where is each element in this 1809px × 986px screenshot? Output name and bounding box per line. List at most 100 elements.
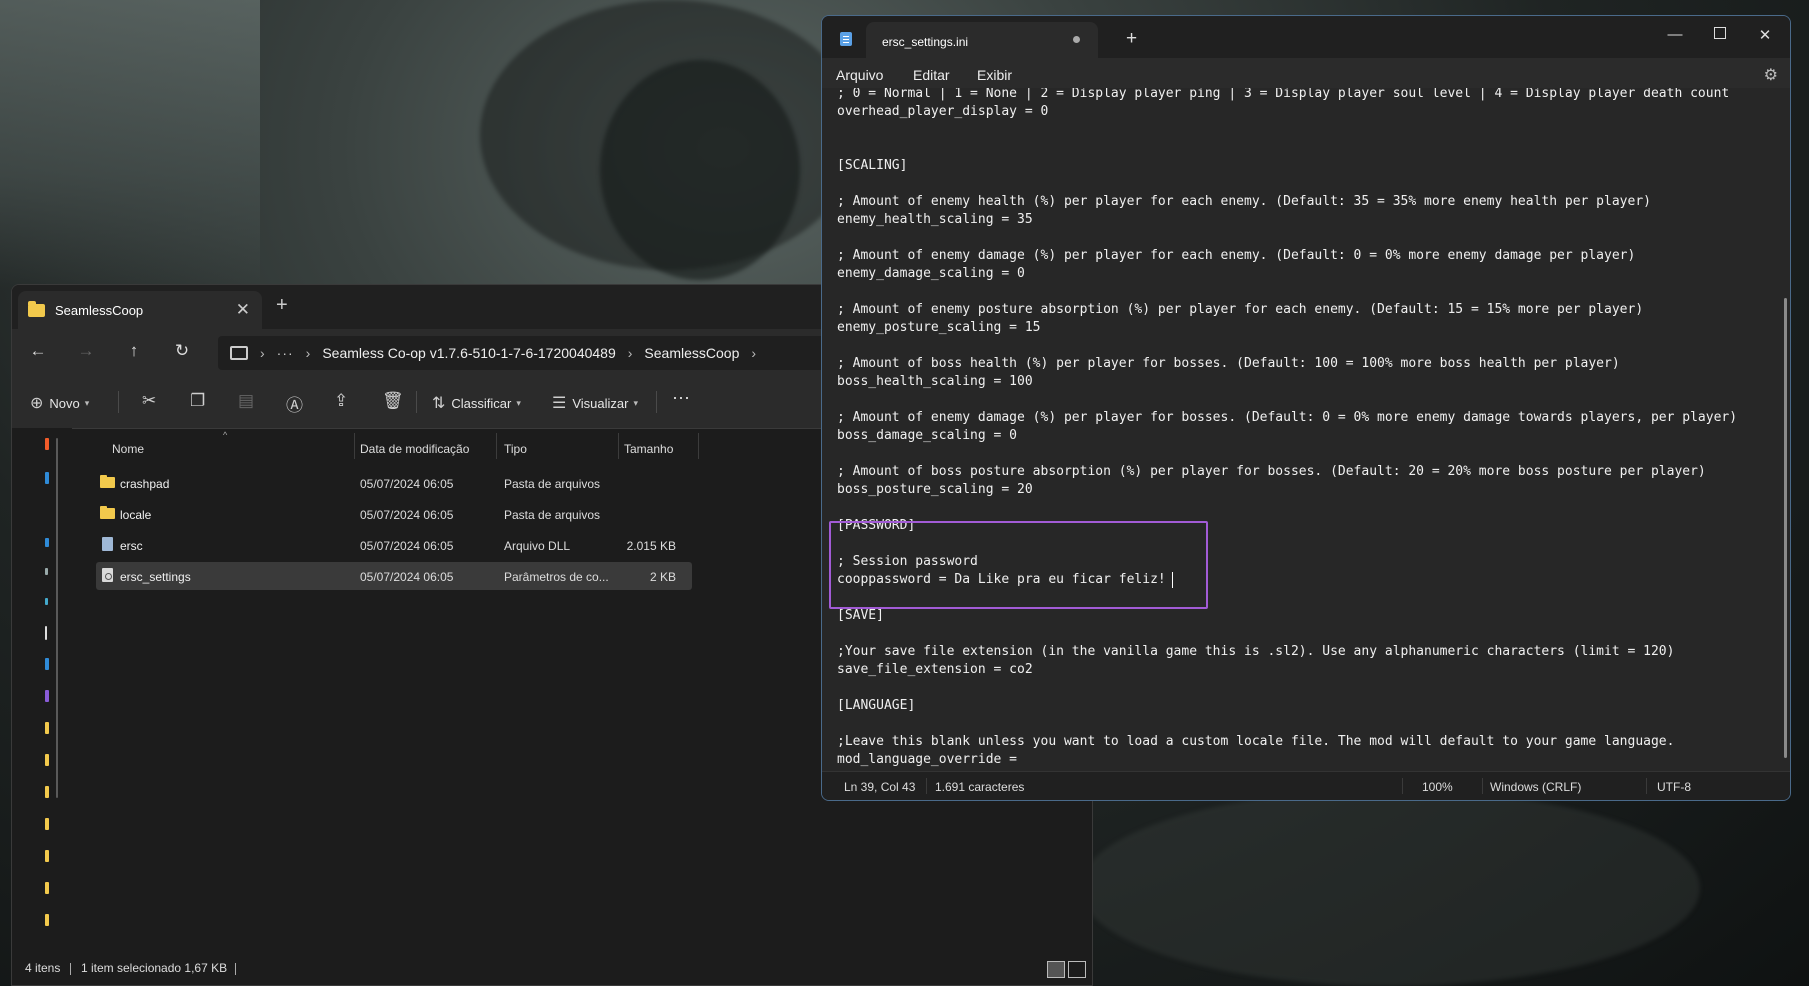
file-size: 2.015 KB bbox=[626, 539, 676, 553]
file-modified: 05/07/2024 06:05 bbox=[360, 570, 454, 584]
cut-icon[interactable]: ✂ bbox=[142, 391, 156, 411]
dll-file-icon bbox=[102, 537, 113, 551]
code-line: ; Amount of enemy health (%) per player … bbox=[837, 194, 1651, 209]
new-tab-button[interactable]: + bbox=[276, 294, 288, 317]
file-row[interactable]: ersc 05/07/2024 06:05 Arquivo DLL 2.015 … bbox=[96, 531, 692, 559]
file-row[interactable]: crashpad 05/07/2024 06:05 Pasta de arqui… bbox=[96, 469, 692, 497]
nav-pane-item-icon[interactable] bbox=[45, 754, 49, 766]
unsaved-indicator-icon[interactable] bbox=[1073, 36, 1080, 43]
up-arrow-icon[interactable]: ↑ bbox=[122, 341, 146, 361]
nav-pane-item-icon[interactable] bbox=[45, 690, 49, 702]
copy-icon[interactable]: ❐ bbox=[190, 391, 205, 411]
divider bbox=[656, 391, 657, 413]
nav-pane-item-icon[interactable] bbox=[45, 818, 49, 830]
file-modified: 05/07/2024 06:05 bbox=[360, 539, 454, 553]
code-line: ; 0 = Normal | 1 = None | 2 = Display pl… bbox=[837, 88, 1730, 101]
notepad-tab[interactable]: ersc_settings.ini bbox=[866, 22, 1098, 58]
code-line: ; Amount of enemy posture absorption (%)… bbox=[837, 302, 1644, 317]
explorer-tab-label: SeamlessCoop bbox=[55, 302, 144, 318]
close-tab-icon[interactable]: ✕ bbox=[236, 300, 250, 320]
sort-button[interactable]: ⇅ Classificar ▾ bbox=[432, 393, 521, 413]
close-window-icon[interactable]: ✕ bbox=[1750, 26, 1780, 44]
code-line: ; Amount of boss health (%) per player f… bbox=[837, 356, 1620, 371]
breadcrumb-item-seamlesscoop[interactable]: SeamlessCoop bbox=[644, 345, 739, 361]
more-options-icon[interactable]: ··· bbox=[672, 387, 690, 408]
code-line: enemy_damage_scaling = 0 bbox=[837, 266, 1025, 281]
code-line: [SAVE] bbox=[837, 608, 884, 623]
nav-pane-item-icon[interactable] bbox=[45, 722, 49, 734]
nav-pane-item-icon[interactable] bbox=[45, 850, 49, 862]
back-arrow-icon[interactable]: ← bbox=[26, 341, 50, 361]
character-count: 1.691 caracteres bbox=[935, 780, 1025, 794]
navigation-pane bbox=[12, 428, 72, 949]
nav-pane-scrollbar[interactable] bbox=[56, 438, 58, 798]
line-ending[interactable]: Windows (CRLF) bbox=[1490, 780, 1581, 794]
rename-icon[interactable]: Ⓐ bbox=[286, 391, 303, 416]
zoom-level[interactable]: 100% bbox=[1422, 780, 1453, 794]
share-icon[interactable]: ⇪ bbox=[334, 391, 348, 411]
vertical-scrollbar[interactable] bbox=[1784, 298, 1787, 758]
nav-pane-item-icon[interactable] bbox=[45, 914, 49, 926]
menu-file[interactable]: Arquivo bbox=[836, 67, 883, 83]
breadcrumb-overflow[interactable]: ··· bbox=[277, 345, 294, 361]
nav-pane-item-icon[interactable] bbox=[45, 568, 48, 575]
refresh-icon[interactable]: ↻ bbox=[170, 341, 194, 361]
computer-icon bbox=[230, 346, 248, 360]
breadcrumb-item-mod-folder[interactable]: Seamless Co-op v1.7.6-510-1-7-6-17200404… bbox=[322, 345, 615, 361]
column-header-size[interactable]: Tamanho bbox=[624, 442, 673, 456]
minimize-icon[interactable]: — bbox=[1660, 26, 1690, 43]
divider bbox=[118, 391, 119, 413]
delete-icon[interactable]: 🗑 bbox=[382, 391, 404, 411]
column-divider[interactable] bbox=[354, 433, 355, 459]
file-row[interactable]: locale 05/07/2024 06:05 Pasta de arquivo… bbox=[96, 500, 692, 528]
column-divider[interactable] bbox=[698, 433, 699, 459]
view-button[interactable]: ☰ Visualizar ▾ bbox=[552, 393, 638, 413]
details-view-icon[interactable] bbox=[1047, 961, 1065, 978]
menu-edit[interactable]: Editar bbox=[913, 67, 950, 83]
sort-button-label: Classificar bbox=[451, 395, 512, 411]
file-type: Pasta de arquivos bbox=[504, 508, 601, 522]
forward-arrow-icon[interactable]: → bbox=[74, 341, 98, 361]
settings-gear-icon[interactable]: ⚙ bbox=[1764, 65, 1778, 85]
column-header-type[interactable]: Tipo bbox=[504, 442, 527, 456]
file-type: Arquivo DLL bbox=[504, 539, 571, 553]
nav-pane-item-icon[interactable] bbox=[45, 538, 49, 547]
paste-icon[interactable]: ▤ bbox=[238, 391, 254, 411]
code-line: boss_posture_scaling = 20 bbox=[837, 482, 1033, 497]
file-row-selected[interactable]: ersc_settings 05/07/2024 06:05 Parâmetro… bbox=[96, 562, 692, 590]
nav-pane-item-icon[interactable] bbox=[45, 598, 48, 605]
menu-view[interactable]: Exibir bbox=[977, 67, 1012, 83]
item-count: 4 itens bbox=[25, 961, 61, 975]
notepad-status-bar: Ln 39, Col 43 1.691 caracteres 100% Wind… bbox=[822, 771, 1790, 800]
tiles-view-icon[interactable] bbox=[1068, 961, 1086, 978]
code-line: enemy_health_scaling = 35 bbox=[837, 212, 1033, 227]
code-line: ; Amount of boss posture absorption (%) … bbox=[837, 464, 1706, 479]
nav-pane-item-icon[interactable] bbox=[45, 438, 49, 450]
column-header-name[interactable]: Nome bbox=[112, 442, 144, 456]
explorer-status-bar: 4 itens 1 item selecionado 1,67 KB bbox=[12, 949, 1092, 985]
explorer-tab[interactable]: SeamlessCoop ✕ bbox=[18, 291, 262, 329]
sort-icon: ⇅ bbox=[432, 395, 446, 412]
nav-pane-item-icon[interactable] bbox=[45, 658, 49, 670]
column-divider[interactable] bbox=[496, 433, 497, 459]
file-type: Parâmetros de co... bbox=[504, 570, 609, 584]
nav-pane-item-icon[interactable] bbox=[45, 786, 49, 798]
code-line: ;Your save file extension (in the vanill… bbox=[837, 644, 1675, 659]
notepad-title-bar: ersc_settings.ini + — ✕ bbox=[822, 16, 1790, 58]
new-tab-button[interactable]: + bbox=[1126, 28, 1137, 50]
text-editor-area[interactable]: ; 0 = Normal | 1 = None | 2 = Display pl… bbox=[822, 88, 1790, 780]
file-name: ersc_settings bbox=[120, 570, 191, 584]
code-line: overhead_player_display = 0 bbox=[837, 104, 1049, 119]
encoding[interactable]: UTF-8 bbox=[1657, 780, 1691, 794]
nav-pane-item-icon[interactable] bbox=[45, 626, 47, 640]
nav-pane-item-icon[interactable] bbox=[45, 882, 49, 894]
code-line: mod_language_override = bbox=[837, 752, 1018, 767]
nav-pane-item-icon[interactable] bbox=[45, 472, 49, 484]
maximize-icon[interactable] bbox=[1705, 26, 1735, 43]
chevron-down-icon: ▾ bbox=[516, 397, 521, 408]
code-line: [LANGUAGE] bbox=[837, 698, 916, 713]
column-divider[interactable] bbox=[618, 433, 619, 459]
plus-circle-icon: ⊕ bbox=[30, 395, 44, 412]
new-button[interactable]: ⊕ Novo ▾ bbox=[30, 393, 89, 413]
column-header-modified[interactable]: Data de modificação bbox=[360, 442, 469, 456]
